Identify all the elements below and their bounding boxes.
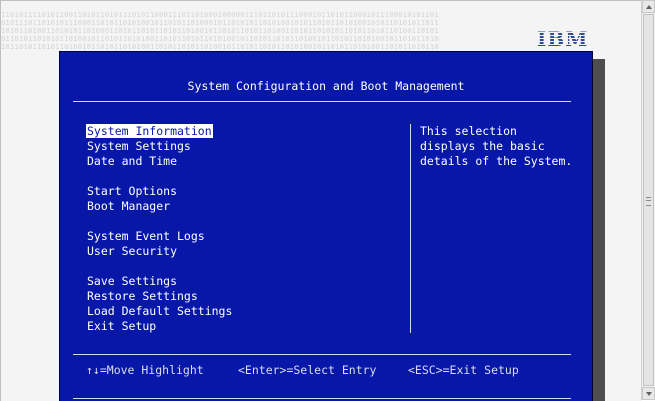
help-line: displays the basic <box>420 139 545 153</box>
ibm-logo-text: IBM <box>537 27 589 51</box>
menu-item-exit-setup[interactable]: Exit Setup <box>86 319 157 333</box>
scroll-up-arrow-icon[interactable] <box>642 0 655 13</box>
menu-item-restore-settings[interactable]: Restore Settings <box>86 289 199 303</box>
scrollbar-thumb[interactable] <box>643 14 654 386</box>
ibm-logo: IBM <box>537 27 588 51</box>
setup-panel: System Configuration and Boot Management… <box>59 51 593 401</box>
footer-enter-hint: <Enter>=Select Entry <box>238 363 377 377</box>
bottom-divider <box>73 398 571 399</box>
vertical-scrollbar[interactable] <box>641 0 655 400</box>
title-divider <box>73 101 571 102</box>
footer-esc-hint: <ESC>=Exit Setup <box>408 363 519 377</box>
screen-title: System Configuration and Boot Management <box>187 79 465 93</box>
menu-item-save-settings[interactable]: Save Settings <box>86 274 178 288</box>
footer-divider <box>73 354 571 355</box>
menu-item-load-default-settings[interactable]: Load Default Settings <box>86 304 233 318</box>
scrollbar-grip-icon <box>646 197 651 206</box>
menu-item-user-security[interactable]: User Security <box>86 244 178 258</box>
menu-item-system-information[interactable]: System Information <box>86 124 213 138</box>
remote-console-viewport: 1101011110101100110101101011101011000111… <box>0 0 642 401</box>
footer-move-hint: ↑↓=Move Highlight <box>86 363 204 377</box>
binary-row: 1101011110101100110101101011101011000111… <box>1 11 439 19</box>
menu-item-start-options[interactable]: Start Options <box>86 184 178 198</box>
menu-item-boot-manager[interactable]: Boot Manager <box>86 199 171 213</box>
help-text: This selection displays the basic detail… <box>420 124 572 169</box>
binary-row: 0101110110101011100011010110101001011010… <box>1 19 439 27</box>
scroll-down-arrow-icon[interactable] <box>642 387 655 400</box>
menu-item-date-and-time[interactable]: Date and Time <box>86 154 178 168</box>
menu-item-system-event-logs[interactable]: System Event Logs <box>86 229 206 243</box>
help-line: This selection <box>420 124 517 138</box>
help-line: details of the System. <box>420 154 573 168</box>
menu-item-system-settings[interactable]: System Settings <box>86 139 192 153</box>
help-divider <box>410 124 411 333</box>
